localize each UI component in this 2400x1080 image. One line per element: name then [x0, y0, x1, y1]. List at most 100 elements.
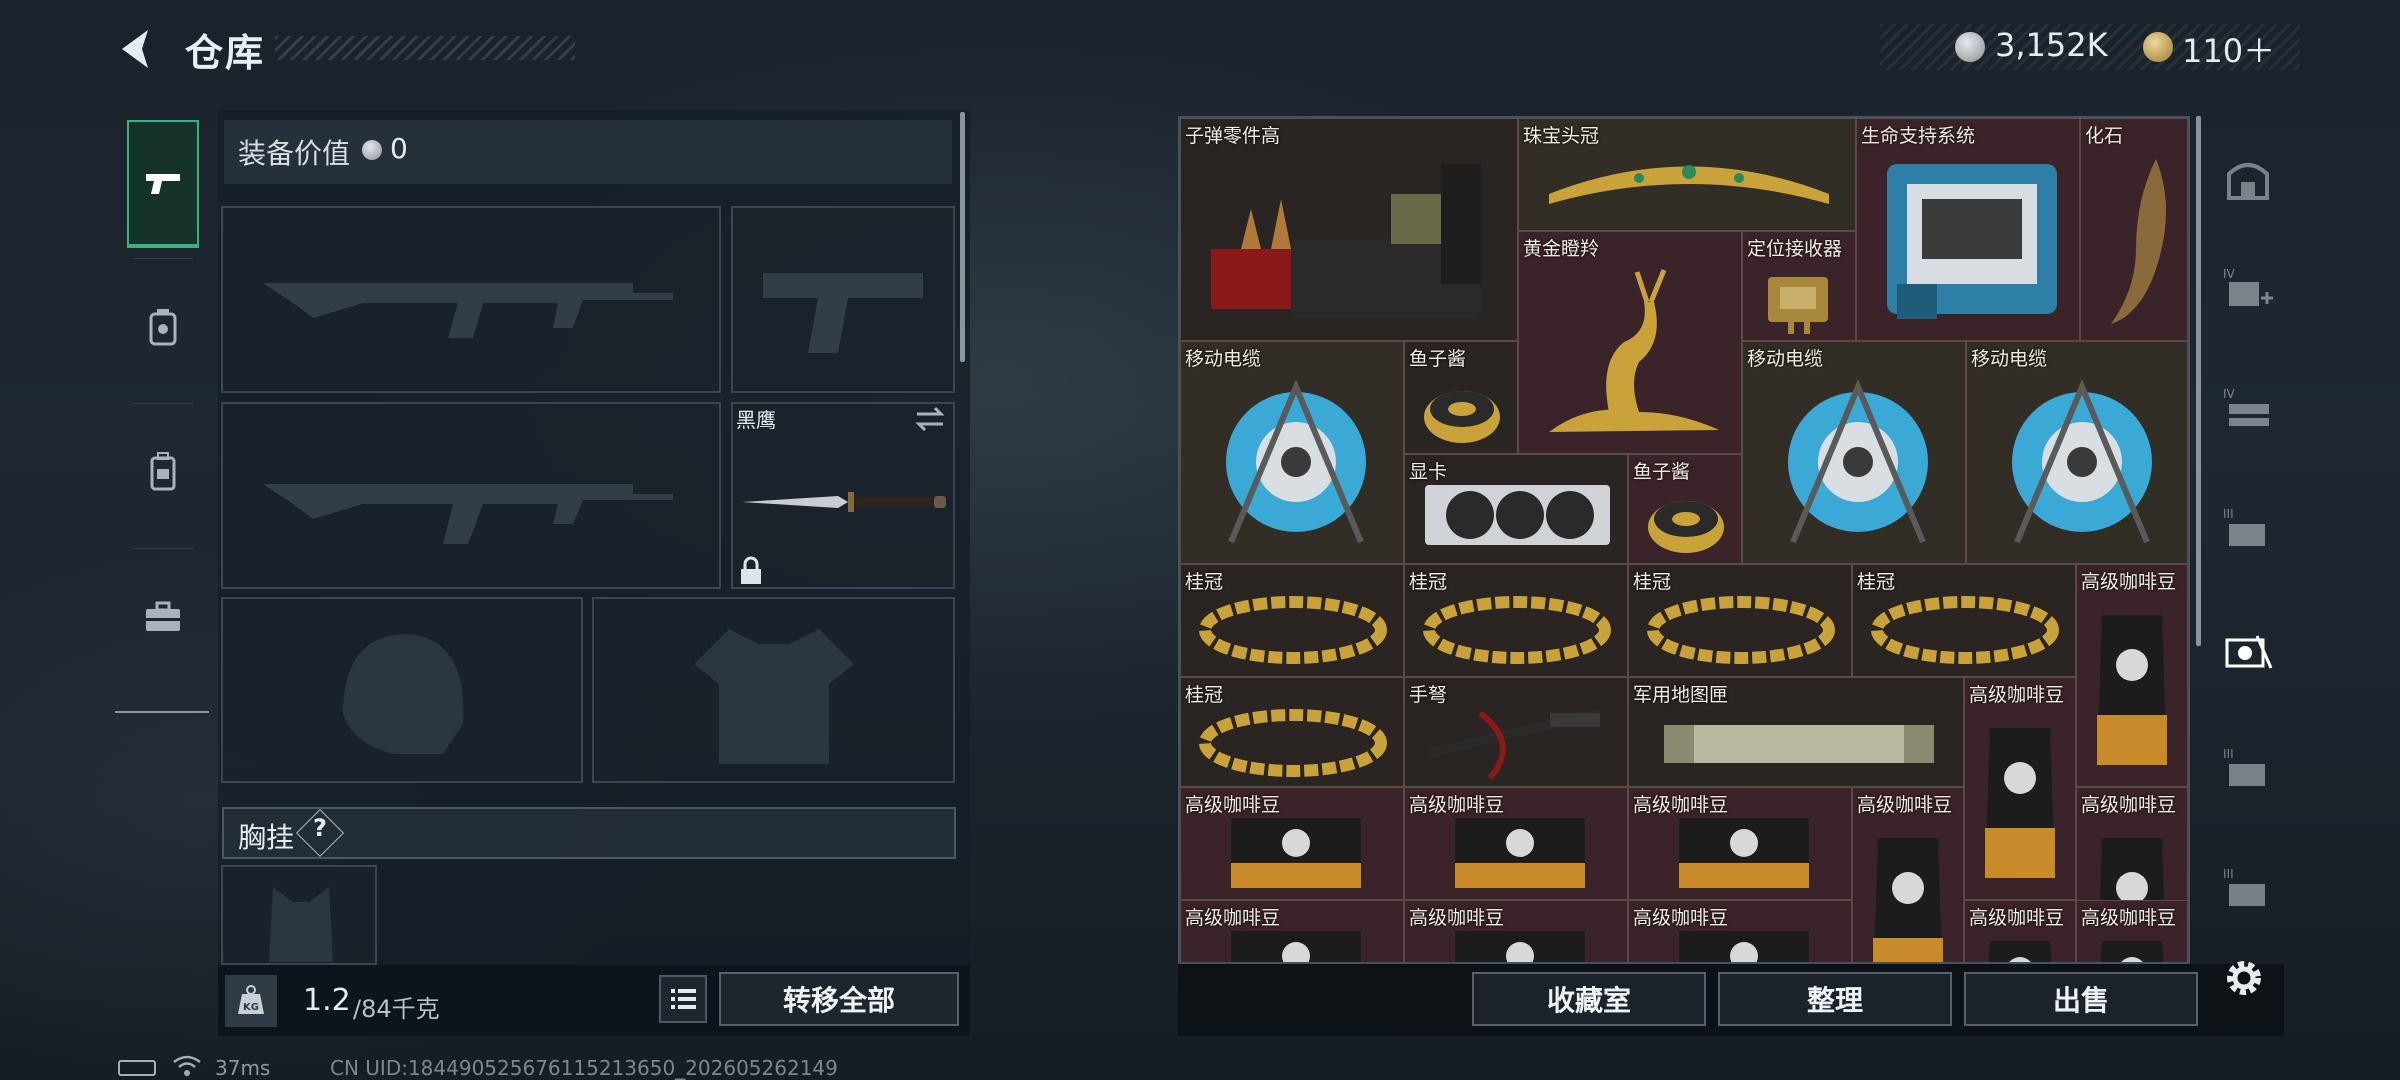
- coffee-bag-icon: [1873, 838, 1943, 962]
- sort-button[interactable]: 整理: [1718, 972, 1952, 1026]
- svg-text:III: III: [2223, 747, 2234, 761]
- equip-value: 0: [390, 132, 408, 165]
- stash-item[interactable]: 桂冠: [1852, 564, 2076, 677]
- medkit-icon: IV: [2223, 267, 2273, 306]
- stash-item[interactable]: 高级咖啡豆: [2076, 900, 2188, 962]
- stash-item[interactable]: 高级咖啡豆: [1964, 900, 2076, 962]
- stash-item[interactable]: 桂冠: [1180, 564, 1404, 677]
- crossbow-icon: [1428, 708, 1602, 780]
- stash-item[interactable]: 高级咖啡豆: [2076, 564, 2188, 787]
- coffee-bag-icon: [1988, 941, 2052, 962]
- helmet-icon: III: [2223, 867, 2265, 906]
- title-stripe-decoration: [275, 36, 575, 60]
- coffee-bag-icon: [1231, 931, 1361, 962]
- bond-amount[interactable]: 110＋: [2182, 26, 2275, 72]
- sidearm-slot[interactable]: [731, 206, 955, 393]
- warehouse-scrollbar[interactable]: [2196, 116, 2201, 646]
- battery-icon: [118, 1060, 156, 1076]
- backpack-icon: [150, 452, 176, 491]
- laurel-icon: [1647, 596, 1835, 664]
- stash-item[interactable]: 生命支持系统: [1856, 118, 2080, 341]
- stash-item[interactable]: 定位接收器: [1742, 231, 1856, 341]
- tab-ammo[interactable]: IV: [2213, 376, 2283, 446]
- svg-text:IV: IV: [2223, 387, 2236, 401]
- laurel-icon: [1199, 709, 1387, 777]
- warehouse-category-tabs: IV IV III III III: [2203, 116, 2295, 964]
- stash-item[interactable]: 军用地图匣: [1628, 677, 1964, 787]
- tab-medical[interactable]: IV: [2213, 256, 2283, 326]
- coffee-bag-icon: [1455, 818, 1585, 888]
- stash-item[interactable]: 显卡: [1404, 454, 1628, 564]
- equip-value-label: 装备价值: [238, 137, 351, 170]
- stash-item[interactable]: 桂冠: [1628, 564, 1852, 677]
- sell-button[interactable]: 出售: [1964, 972, 2198, 1026]
- collectible-icon: [2225, 635, 2273, 669]
- tab-backpack[interactable]: [127, 408, 199, 536]
- stash-item[interactable]: 高级咖啡豆: [1964, 677, 2076, 900]
- helmet-slot[interactable]: [221, 597, 583, 783]
- stash-item[interactable]: 高级咖啡豆: [1404, 900, 1628, 962]
- stash-item[interactable]: 移动电缆: [1180, 341, 1404, 564]
- stash-item[interactable]: 桂冠: [1404, 564, 1628, 677]
- swap-icon[interactable]: [913, 404, 947, 434]
- pistol-silhouette-icon: [763, 273, 923, 353]
- stash-item[interactable]: 高级咖啡豆: [1628, 787, 1852, 900]
- armor-icon: III: [2223, 507, 2265, 546]
- tab-armor-2[interactable]: III: [2213, 736, 2283, 806]
- stash-item[interactable]: 高级咖啡豆: [1404, 787, 1628, 900]
- tab-helmets[interactable]: III: [2213, 856, 2283, 926]
- stash-item[interactable]: 移动电缆: [1966, 341, 2188, 564]
- coffee-bag-icon: [1679, 818, 1809, 888]
- ping-readout: 37ms: [215, 1056, 271, 1080]
- secondary-weapon-slot[interactable]: [221, 402, 721, 589]
- tab-collectibles[interactable]: [2213, 616, 2283, 686]
- map-tube-icon: [1664, 725, 1934, 763]
- stash-item[interactable]: 桂冠: [1180, 677, 1404, 787]
- helmet-silhouette-icon: [343, 634, 464, 754]
- loadout-category-tabs: [115, 108, 209, 713]
- stash-item[interactable]: 高级咖啡豆: [1628, 900, 1852, 962]
- settings-gear-icon[interactable]: [2220, 954, 2268, 1002]
- stash-item[interactable]: 移动电缆: [1742, 341, 1966, 564]
- tab-weapons[interactable]: [127, 120, 199, 248]
- stash-item[interactable]: 珠宝头冠: [1518, 118, 1856, 231]
- stash-item[interactable]: 高级咖啡豆: [1852, 787, 1964, 962]
- back-arrow-icon[interactable]: [112, 24, 162, 74]
- loadout-scrollbar[interactable]: [960, 112, 965, 362]
- stash-item[interactable]: 鱼子酱: [1404, 341, 1518, 454]
- weight-max: /84千克: [353, 995, 440, 1023]
- chest-rig-slot[interactable]: [221, 865, 377, 965]
- svg-text:IV: IV: [2223, 267, 2236, 281]
- cable-reel-icon: [1226, 379, 1366, 544]
- coin-icon: [362, 140, 382, 160]
- stash-item[interactable]: 高级咖啡豆: [1180, 787, 1404, 900]
- primary-weapon-slot[interactable]: [221, 206, 721, 393]
- stash-item[interactable]: 鱼子酱: [1628, 454, 1742, 564]
- help-question-mark: ?: [313, 814, 327, 842]
- cable-reel-icon: [2012, 379, 2152, 544]
- lock-icon: [741, 556, 761, 584]
- body-armor-silhouette-icon: [694, 629, 854, 764]
- stash-item[interactable]: 黄金瞪羚: [1518, 231, 1742, 454]
- list-icon[interactable]: [659, 975, 707, 1023]
- tab-all-items[interactable]: [2213, 144, 2283, 214]
- transfer-all-button[interactable]: 转移全部: [719, 972, 959, 1026]
- backpack-armor-icon: [149, 309, 177, 346]
- stash-item[interactable]: 手弩: [1404, 677, 1628, 787]
- coffee-bag-icon: [1455, 931, 1585, 962]
- chest-rig-silhouette-icon: [269, 887, 333, 962]
- user-uid: CN UID:18449052567611521365​0_2026052621…: [330, 1056, 838, 1080]
- tab-toolbox[interactable]: [127, 553, 199, 681]
- assault-rifle-silhouette-icon: [263, 484, 673, 544]
- stash-item[interactable]: 化石: [2080, 118, 2188, 341]
- collection-room-button[interactable]: 收藏室: [1472, 972, 1706, 1026]
- stash-item[interactable]: 子弹零件高: [1180, 118, 1518, 341]
- svg-text:III: III: [2223, 867, 2234, 881]
- tab-armor[interactable]: III: [2213, 496, 2283, 566]
- cable-reel-icon: [1788, 379, 1928, 544]
- tab-armor-bag[interactable]: [127, 263, 199, 391]
- stash-item[interactable]: 高级咖啡豆: [1180, 900, 1404, 962]
- gpu-icon: [1425, 485, 1610, 545]
- ammo-parts-icon: [1211, 164, 1481, 319]
- armor-slot[interactable]: [592, 597, 955, 783]
